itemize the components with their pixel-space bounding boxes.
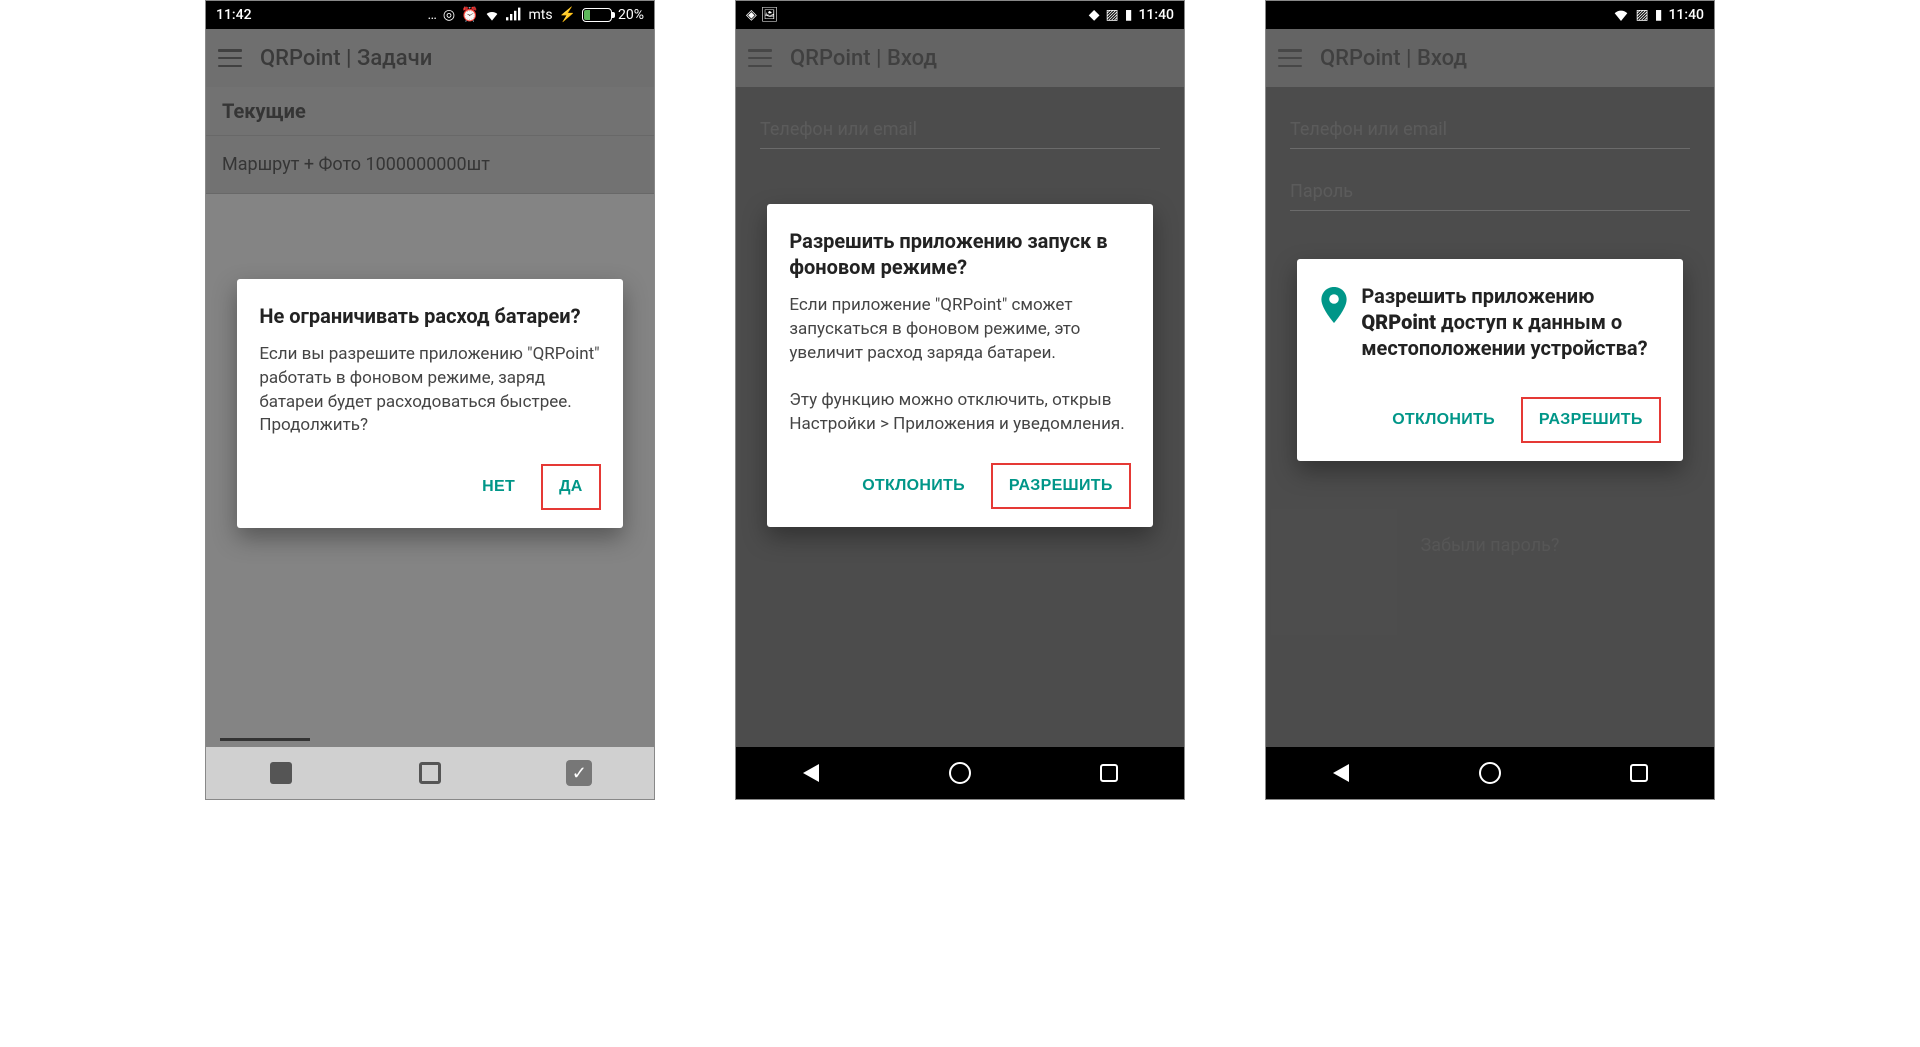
- nav-back-icon[interactable]: ✓: [566, 760, 592, 786]
- divider-line: [220, 738, 310, 741]
- nav-home-icon[interactable]: [417, 760, 443, 786]
- status-bar: 11:42 … ◎ ⏰ mts ⚡ 20%: [206, 1, 654, 29]
- nav-recents-icon[interactable]: [268, 760, 294, 786]
- battery-icon: ▮: [1125, 8, 1133, 22]
- battery-icon: ▮: [1655, 8, 1663, 22]
- gps-icon: ◎: [443, 8, 455, 22]
- dialog-title: Не ограничивать расход батареи?: [259, 303, 600, 329]
- more-icon: …: [427, 8, 436, 22]
- status-time: 11:42: [216, 7, 252, 23]
- nav-recents-icon[interactable]: [1626, 760, 1652, 786]
- phone-screenshot-1: 11:42 … ◎ ⏰ mts ⚡ 20% QRPoint | Задачи Т…: [205, 0, 655, 800]
- title-prefix: Разрешить приложению: [1361, 284, 1594, 308]
- wifi-icon: [1612, 7, 1630, 24]
- dialog-body: Если приложение "QRPoint" сможет запуска…: [789, 294, 1130, 437]
- wifi-icon: [484, 7, 500, 24]
- background-run-dialog: Разрешить приложению запуск в фоновом ре…: [767, 204, 1152, 527]
- dialog-negative-button[interactable]: НЕТ: [470, 464, 527, 510]
- dialog-actions: ОТКЛОНИТЬ РАЗРЕШИТЬ: [1319, 391, 1660, 451]
- dialog-title: Разрешить приложению QRPoint доступ к да…: [1361, 283, 1660, 361]
- dialog-negative-button[interactable]: ОТКЛОНИТЬ: [850, 463, 977, 509]
- dialog-positive-button[interactable]: РАЗРЕШИТЬ: [1527, 401, 1655, 439]
- signal-icon: [506, 7, 522, 24]
- nav-back-icon[interactable]: [1328, 760, 1354, 786]
- navigation-bar: [1266, 747, 1714, 799]
- dialog-actions: НЕТ ДА: [259, 458, 600, 518]
- location-permission-dialog: Разрешить приложению QRPoint доступ к да…: [1297, 259, 1682, 461]
- status-bar: ▨ ▮ 11:40: [1266, 1, 1714, 29]
- battery-dialog: Не ограничивать расход батареи? Если вы …: [237, 279, 622, 528]
- charging-icon: ⚡: [559, 8, 576, 22]
- dialog-actions: ОТКЛОНИТЬ РАЗРЕШИТЬ: [789, 457, 1130, 517]
- nav-home-icon[interactable]: [947, 760, 973, 786]
- nav-home-icon[interactable]: [1477, 760, 1503, 786]
- status-bar: ◈ 🖼 ◆ ▨ ▮ 11:40: [736, 1, 1184, 29]
- modal-overlay: Не ограничивать расход батареи? Если вы …: [206, 29, 654, 799]
- location-pin-icon: [1319, 287, 1349, 327]
- carrier-label: mts: [528, 8, 552, 22]
- highlight-annotation: РАЗРЕШИТЬ: [991, 463, 1131, 509]
- no-sim-icon: ▨: [1636, 8, 1649, 22]
- highlight-annotation: ДА: [541, 464, 601, 510]
- alarm-icon: ⏰: [461, 8, 478, 22]
- highlight-annotation: РАЗРЕШИТЬ: [1521, 397, 1661, 443]
- modal-overlay: Разрешить приложению запуск в фоновом ре…: [736, 29, 1184, 799]
- nav-recents-icon[interactable]: [1096, 760, 1122, 786]
- dialog-positive-button[interactable]: ДА: [547, 468, 595, 506]
- image-icon: 🖼: [761, 8, 779, 22]
- status-time: 11:40: [1668, 7, 1704, 23]
- diamond-icon: ◆: [1089, 8, 1100, 22]
- app-name-bold: QRPoint: [1361, 310, 1436, 334]
- no-sim-icon: ▨: [1106, 8, 1119, 22]
- dialog-negative-button[interactable]: ОТКЛОНИТЬ: [1380, 397, 1507, 443]
- gps-icon: ◈: [746, 8, 757, 22]
- battery-icon: [582, 8, 612, 22]
- phone-screenshot-2: ◈ 🖼 ◆ ▨ ▮ 11:40 QRPoint | Вход Телефон и…: [735, 0, 1185, 800]
- navigation-bar: [736, 747, 1184, 799]
- modal-overlay: Разрешить приложению QRPoint доступ к да…: [1266, 29, 1714, 799]
- battery-pct: 20%: [618, 8, 644, 22]
- status-time: 11:40: [1138, 7, 1174, 23]
- dialog-body: Если вы разрешите приложению "QRPoint" р…: [259, 343, 600, 438]
- dialog-positive-button[interactable]: РАЗРЕШИТЬ: [997, 467, 1125, 505]
- nav-back-icon[interactable]: [798, 760, 824, 786]
- phone-screenshot-3: ▨ ▮ 11:40 QRPoint | Вход Телефон или ema…: [1265, 0, 1715, 800]
- navigation-bar: ✓: [206, 747, 654, 799]
- dialog-title: Разрешить приложению запуск в фоновом ре…: [789, 228, 1130, 280]
